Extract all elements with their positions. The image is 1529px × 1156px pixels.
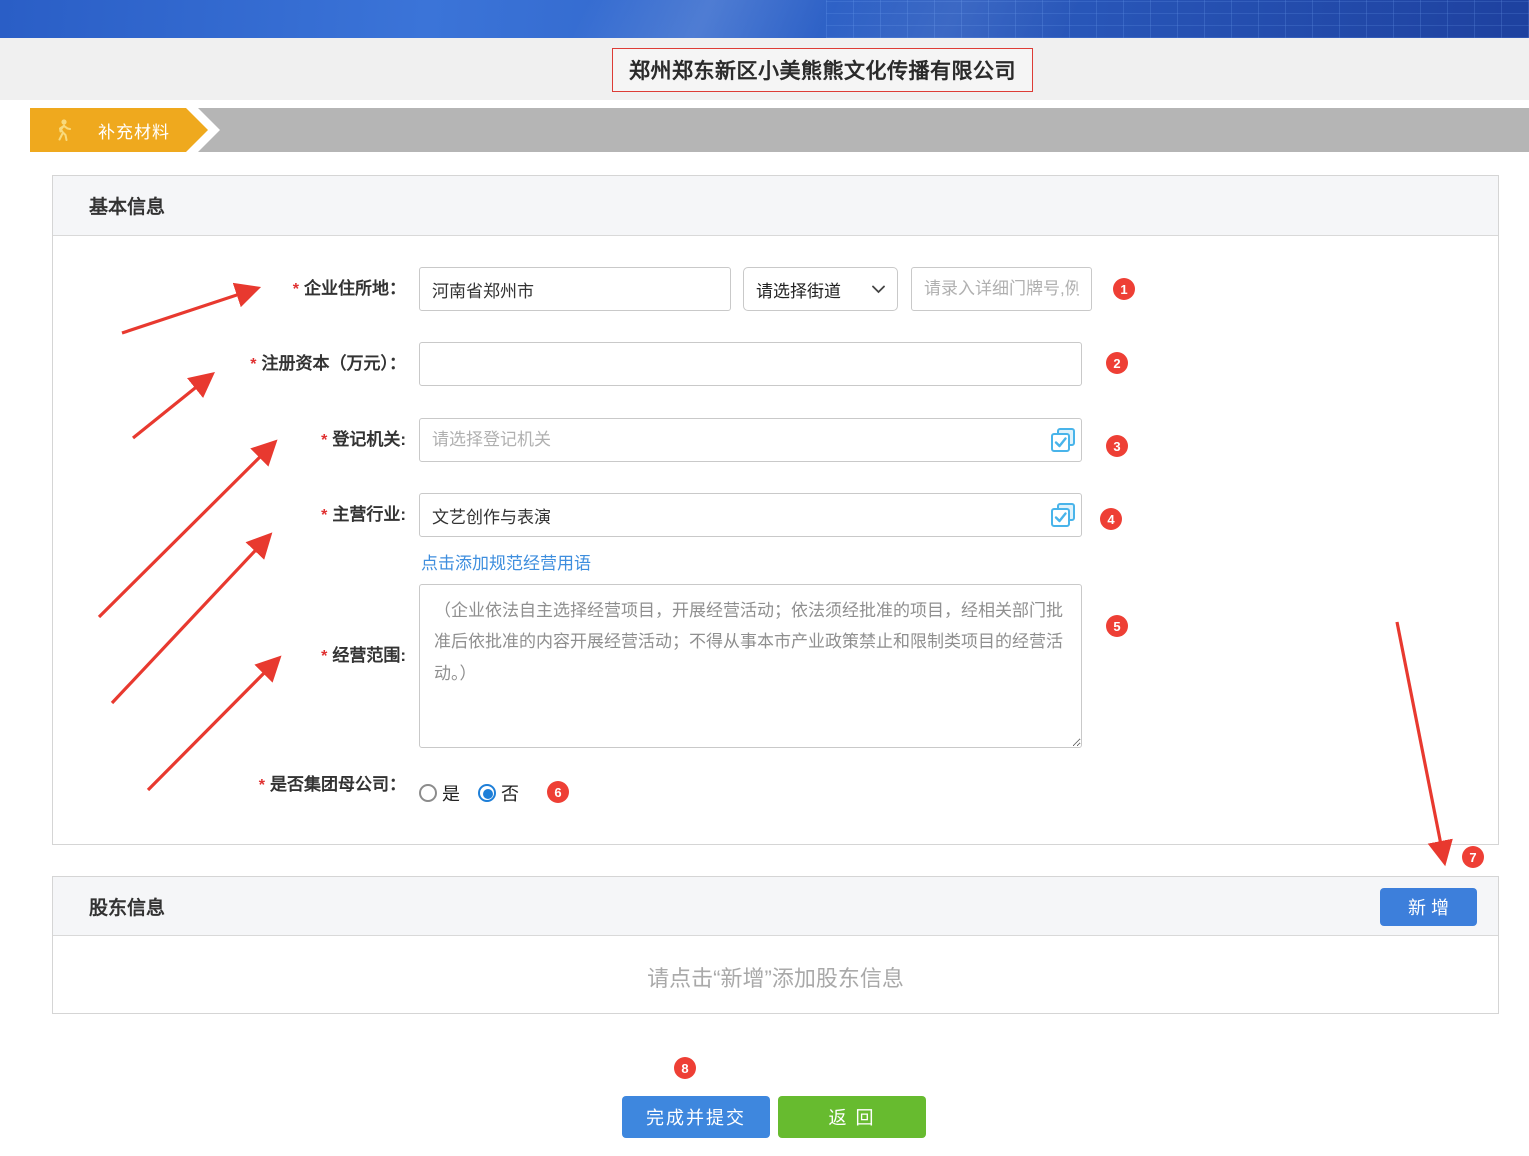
shareholders-title: 股东信息: [89, 893, 165, 920]
required-asterisk: *: [321, 507, 327, 524]
industry-input[interactable]: [419, 493, 1082, 537]
add-shareholder-button[interactable]: 新 增: [1380, 888, 1477, 926]
annotation-badge-6: 6: [547, 781, 569, 803]
chevron-down-icon: [872, 285, 885, 294]
shareholders-panel: 股东信息 新 增 请点击“新增”添加股东信息: [52, 876, 1499, 1014]
step-tab-label: 补充材料: [98, 118, 170, 143]
title-bar: 郑州郑东新区小美熊熊文化传播有限公司: [0, 38, 1529, 100]
company-name: 郑州郑东新区小美熊熊文化传播有限公司: [629, 55, 1016, 85]
radio-label-yes: 是: [442, 780, 460, 806]
radio-option-no[interactable]: 否: [478, 780, 519, 806]
scope-textarea[interactable]: [419, 584, 1082, 748]
required-asterisk: *: [250, 356, 256, 373]
radio-circle-yes[interactable]: [419, 784, 437, 802]
submit-button[interactable]: 完成并提交: [622, 1096, 770, 1138]
shareholders-header: 股东信息 新 增: [53, 877, 1498, 936]
basic-info-panel: 基本信息 *企业住所地： 请选择街道 *注册资本（万元）： *登记机关:: [52, 175, 1499, 845]
annotation-badge-4: 4: [1100, 508, 1122, 530]
required-asterisk: *: [321, 432, 327, 449]
annotation-badge-7: 7: [1462, 846, 1484, 868]
walking-person-icon: [52, 118, 74, 142]
basic-info-header: 基本信息: [53, 176, 1498, 236]
address-label: *企业住所地：: [53, 267, 406, 312]
back-button[interactable]: 返 回: [778, 1096, 926, 1138]
group-radio-group: 是 否: [419, 779, 519, 807]
required-asterisk: *: [293, 281, 299, 298]
annotation-badge-2: 2: [1106, 352, 1128, 374]
basic-info-title: 基本信息: [89, 192, 165, 219]
radio-label-no: 否: [501, 780, 519, 806]
annotation-badge-5: 5: [1106, 615, 1128, 637]
company-name-box: 郑州郑东新区小美熊熊文化传播有限公司: [612, 48, 1033, 92]
shareholders-empty-hint: 请点击“新增”添加股东信息: [53, 961, 1498, 993]
annotation-badge-3: 3: [1106, 435, 1128, 457]
required-asterisk: *: [259, 777, 265, 794]
authority-label: *登记机关:: [53, 418, 406, 463]
page: 郑州郑东新区小美熊熊文化传播有限公司 补充材料 基本信息 *企业住所地： 请选择…: [0, 0, 1529, 1156]
authority-input[interactable]: [419, 418, 1082, 462]
step-tab-supplement[interactable]: 补充材料: [30, 108, 208, 152]
annotation-badge-8: 8: [674, 1057, 696, 1079]
industry-label: *主营行业:: [53, 493, 406, 538]
required-asterisk: *: [321, 648, 327, 665]
radio-option-yes[interactable]: 是: [419, 780, 460, 806]
scope-label: *经营范围:: [53, 634, 406, 679]
add-standard-terms-link[interactable]: 点击添加规范经营用语: [421, 549, 591, 574]
annotation-badge-1: 1: [1113, 278, 1135, 300]
address-detail-input[interactable]: [911, 267, 1092, 311]
step-bar: 补充材料: [30, 108, 1529, 152]
group-label: *是否集团母公司：: [53, 771, 406, 800]
banner-streak-decoration: [0, 0, 1529, 38]
industry-picker-icon[interactable]: [1049, 501, 1077, 529]
top-banner: [0, 0, 1529, 38]
capital-label: *注册资本（万元）：: [53, 342, 406, 387]
address-city-input[interactable]: [419, 267, 731, 311]
street-select-value: 请选择街道: [756, 277, 841, 302]
capital-input[interactable]: [419, 342, 1082, 386]
authority-picker-icon[interactable]: [1049, 426, 1077, 454]
radio-circle-no[interactable]: [478, 784, 496, 802]
street-select[interactable]: 请选择街道: [743, 267, 898, 311]
